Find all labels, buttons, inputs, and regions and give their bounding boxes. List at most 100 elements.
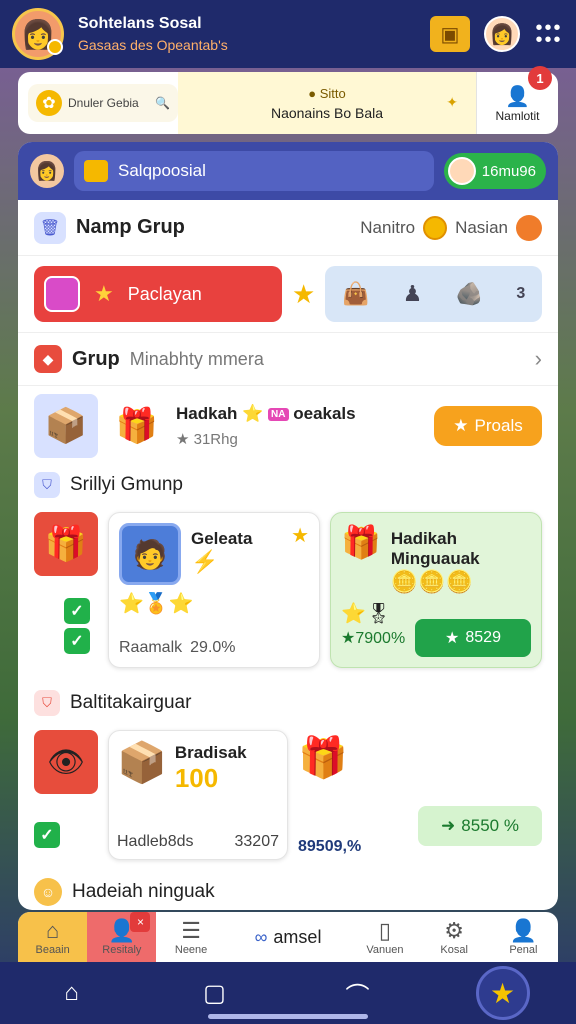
treasure-chest-icon[interactable]: ▣ (430, 16, 470, 52)
pill-label: 16mu96 (481, 162, 536, 180)
notification-button[interactable]: 👤 Namlotit 1 (476, 66, 558, 134)
notification-label: Namlotit (495, 108, 540, 123)
treasure-card[interactable]: 📦 Bradisak 100 Hadleb8ds 33207 (108, 730, 288, 860)
sparkle-icon: ✦ (446, 94, 458, 110)
treasure-footer-left: Hadleb8ds (117, 833, 194, 850)
last-row[interactable]: ☺ Hadeiah ninguak (18, 870, 558, 910)
notice-message[interactable]: ● Sitto Naonains Bo Bala ✦ (178, 72, 476, 134)
section2-left: 👁 ✓ (34, 730, 98, 860)
gift-basket-icon: 🎁 (298, 736, 348, 780)
coin-icon (47, 39, 63, 55)
group-row[interactable]: 🗑 Namp Grup Nanitro Nasian (18, 200, 558, 256)
coin-icon (423, 215, 448, 240)
back-nav-icon[interactable]: ⌒ (333, 968, 383, 1018)
flame-icon[interactable] (516, 214, 542, 241)
notice-text: Naonains Bo Bala (270, 104, 384, 121)
bag-icon: 👜 (341, 281, 370, 306)
resource-count: 3 (516, 285, 526, 302)
reward-name: Hadikah Minguauak (390, 529, 480, 568)
home-indicator (208, 1014, 368, 1019)
tab-label: Beaain (35, 944, 70, 956)
treasure-head: 📦 Bradisak 100 (117, 739, 279, 794)
check-icon[interactable]: ✓ (34, 822, 60, 848)
reward-card[interactable]: 🎁 Hadikah Minguauak 🪙🪙🪙 ⭐🎖 ★7900% ★ 8529 (330, 512, 542, 668)
home-nav-icon[interactable]: ⌂ (47, 968, 97, 1018)
claim-button[interactable]: ★ 8529 (415, 619, 531, 657)
section2-mid: 🎁 89509,% (298, 730, 406, 860)
tab-resitaly[interactable]: 👤 Resitaly × (87, 912, 157, 962)
profile-avatar[interactable]: 👩 (12, 8, 64, 60)
group-select[interactable]: Salqpoosial (74, 151, 434, 191)
tab-home[interactable]: ⌂ Beaain (18, 912, 88, 962)
grup-row[interactable]: ◆ Grup Minabhty mmera › (18, 332, 558, 386)
tab-amsel[interactable]: ∞ amsel (226, 912, 351, 962)
user-avatar-icon[interactable]: 👩 (30, 154, 64, 188)
section1-left: 🎁 ✓ ✓ (34, 512, 98, 668)
document-icon: ▯ (378, 918, 391, 943)
folder-icon (84, 160, 108, 182)
check-icon[interactable]: ✓ (64, 628, 90, 654)
section2-header: ⛉ Baltitakairguar (18, 684, 558, 722)
group-select-label: Salqpoosial (118, 161, 206, 180)
tab-kosal[interactable]: ⚙ Kosal (420, 912, 489, 962)
tab-label: Penal (509, 944, 538, 956)
tab-label: Vanuen (366, 944, 404, 956)
notice-title: ● Sitto (308, 85, 346, 101)
search-icon: 🔍 (155, 96, 170, 110)
group-title: Namp Grup (76, 216, 185, 238)
pawn-icon: ♟ (402, 281, 423, 306)
character-portrait: 🧑 (119, 523, 181, 585)
checklist: ✓ ✓ (64, 598, 98, 654)
reward-footer: ★7900% ★ 8529 (341, 619, 531, 657)
gift-box-icon: 🎁 (341, 524, 381, 560)
section2-title: Baltitakairguar (70, 692, 192, 713)
proals-button[interactable]: ★ Proals (434, 406, 542, 446)
star-icon[interactable]: ★ (292, 279, 315, 310)
section2-cards: 👁 ✓ 📦 Bradisak 100 Hadleb8ds 33207 🎁 895… (18, 730, 558, 860)
gift-info: Hadkah ⭐ NA oeakals ★ 31Rhg (176, 404, 356, 448)
tab-penal[interactable]: 👤 Penal (489, 912, 558, 962)
friend-avatar-icon[interactable]: 👩 (484, 16, 520, 52)
card-footer: Raamalk 29.0% (119, 639, 309, 657)
resource-group[interactable]: 👜 ♟ 🪨 3 (325, 266, 542, 322)
treasure-box-icon[interactable]: 📦 (34, 394, 98, 458)
treasure-chest-icon: 📦 (117, 741, 167, 785)
section2-mid-value: 89509,% (298, 838, 362, 855)
gear-icon: ⚙ (444, 918, 465, 943)
gift-icon[interactable]: 🎁 (34, 512, 98, 576)
shield-icon: ⛉ (34, 690, 60, 716)
tab-label: Neene (174, 944, 208, 956)
character-card[interactable]: 🧑 Geleata ⚡ ★ ⭐🏅⭐ Raamalk 29.0% (108, 512, 320, 668)
coins-icon: 🪙🪙🪙 (390, 569, 474, 594)
red-action-button[interactable]: ★ Paclayan (34, 266, 282, 322)
star-icon: ★ (94, 281, 114, 306)
online-pill[interactable]: 16mu96 (443, 153, 546, 189)
group-label1: Nanitro (360, 217, 416, 237)
person-icon: 👤 (505, 85, 530, 108)
gear-icon: ✿ (36, 90, 62, 116)
badge-icon (44, 276, 80, 312)
arrow-icon: ➜ (441, 816, 456, 835)
reward-head: 🎁 Hadikah Minguauak 🪙🪙🪙 (341, 523, 531, 595)
reward-percent: ★7900% (341, 630, 406, 647)
character-name: Geleata (191, 529, 253, 548)
emoji-icon: ☺ (34, 878, 62, 906)
search-placeholder: Dnuler Gebia (68, 96, 139, 110)
grup-title: Grup (72, 347, 120, 370)
red-action-label: Paclayan (127, 283, 202, 304)
recents-nav-icon[interactable]: ▢ (190, 968, 240, 1018)
close-badge[interactable]: × (130, 912, 151, 932)
tab-bar: ⌂ Beaain 👤 Resitaly × ☰ Neene ∞ amsel ▯ Vanuen… (18, 912, 558, 962)
star-favorite-button[interactable]: ★ (475, 966, 530, 1020)
tab-neene[interactable]: ☰ Neene (156, 912, 225, 962)
more-menu-icon[interactable]: ••• ••• (534, 18, 564, 50)
app-titles: Sohtelans Sosal Gasaas des Opeantab's (78, 15, 228, 53)
percent-pill[interactable]: ➜ 8550 % (418, 806, 542, 846)
check-icon[interactable]: ✓ (64, 598, 90, 624)
eye-icon[interactable]: 👁 (34, 730, 98, 794)
list-icon: ☰ (181, 918, 201, 943)
tab-label: Kosal (440, 944, 468, 956)
tab-vanuen[interactable]: ▯ Vanuen (350, 912, 419, 962)
chevron-right-icon: › (534, 346, 542, 371)
search-box[interactable]: ✿ Dnuler Gebia 🔍 (28, 84, 178, 122)
